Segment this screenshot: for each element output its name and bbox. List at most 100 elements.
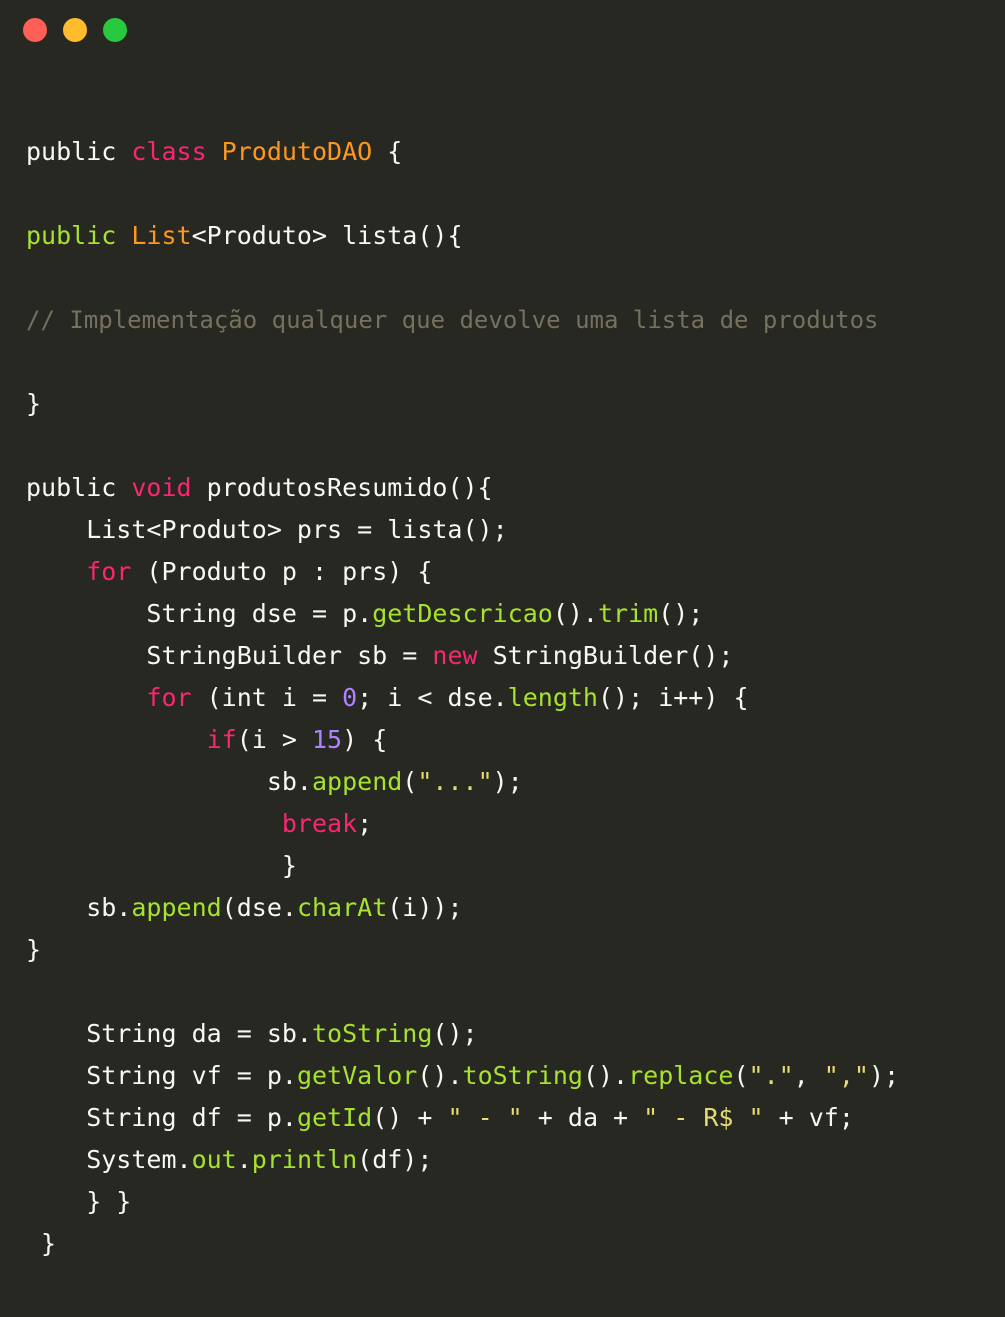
code-token: class (131, 137, 222, 166)
code-token: for (146, 683, 192, 712)
code-token: 15 (312, 725, 343, 754)
code-token: List (131, 221, 192, 250)
code-token: out (191, 1145, 237, 1174)
code-token: toString (311, 1019, 433, 1048)
code-token: (i > (236, 725, 312, 754)
code-token: (); i++) { (597, 683, 749, 712)
code-token: } (26, 389, 42, 418)
code-token: () + (372, 1103, 448, 1132)
code-token: } (26, 935, 42, 964)
code-token: " - " (447, 1103, 523, 1132)
code-line: sb.append("..."); (26, 761, 899, 803)
code-line: if(i > 15) { (26, 719, 899, 761)
code-token: (int i = (191, 683, 343, 712)
code-line: for (Produto p : prs) { (26, 551, 899, 593)
code-line: // Implementação qualquer que devolve um… (26, 299, 899, 341)
code-token: , (793, 1061, 824, 1090)
code-token: String df = p. (26, 1103, 297, 1132)
code-token: . (236, 1145, 252, 1174)
code-token: if (206, 725, 237, 754)
code-token: } (26, 1229, 57, 1258)
code-token: // Implementação qualquer que devolve um… (26, 306, 879, 334)
code-token: (df); (357, 1145, 433, 1174)
code-line: StringBuilder sb = new StringBuilder(); (26, 635, 899, 677)
code-token: + vf; (763, 1103, 854, 1132)
code-token: ); (492, 767, 523, 796)
code-token: { (372, 137, 403, 166)
code-token: String da = sb. (26, 1019, 312, 1048)
code-token: (); (432, 1019, 478, 1048)
code-window: public class ProdutoDAO { public List<Pr… (0, 0, 1005, 1317)
code-line: break; (26, 803, 899, 845)
code-token: (Produto p : prs) { (131, 557, 433, 586)
code-token: replace (628, 1061, 734, 1090)
code-line: sb.append(dse.charAt(i)); (26, 887, 899, 929)
code-token: break (281, 809, 358, 838)
close-button[interactable] (23, 18, 47, 42)
code-token: List<Produto> prs = lista(); (26, 515, 508, 544)
code-line: String dse = p.getDescricao().trim(); (26, 593, 899, 635)
code-token: trim (597, 599, 659, 628)
code-token: (). (582, 1061, 629, 1090)
code-token: public (26, 137, 132, 166)
code-line: public class ProdutoDAO { (26, 131, 899, 173)
code-block: public class ProdutoDAO { public List<Pr… (26, 131, 899, 1265)
code-token: "." (748, 1061, 794, 1090)
code-token: "," (823, 1061, 869, 1090)
code-token: (). (417, 1061, 463, 1090)
code-line: String da = sb.toString(); (26, 1013, 899, 1055)
code-token: println (251, 1145, 358, 1174)
code-token: ProdutoDAO (221, 137, 373, 166)
code-token: <Produto> lista(){ (191, 221, 463, 250)
code-token: getDescricao (372, 599, 553, 628)
code-token: ; (357, 809, 373, 838)
code-token: void (131, 473, 192, 502)
code-token: sb. (26, 767, 312, 796)
code-token: public (26, 473, 132, 502)
code-token: System. (26, 1145, 192, 1174)
code-line: } (26, 383, 899, 425)
code-line: String df = p.getId() + " - " + da + " -… (26, 1097, 899, 1139)
code-token: StringBuilder(); (477, 641, 734, 670)
code-token: produtosResumido(){ (191, 473, 493, 502)
code-token: new (432, 641, 478, 670)
code-token: length (507, 683, 598, 712)
code-token: String dse = p. (26, 599, 373, 628)
code-line: public void produtosResumido(){ (26, 467, 899, 509)
code-token: ( (402, 767, 418, 796)
code-line: } (26, 929, 899, 971)
code-token: } (26, 851, 297, 880)
code-token: append (311, 767, 403, 796)
code-line: public List<Produto> lista(){ (26, 215, 899, 257)
code-token: (i)); (387, 893, 463, 922)
code-line: } (26, 1223, 899, 1265)
code-token: StringBuilder sb = (26, 641, 433, 670)
code-token: 0 (342, 683, 358, 712)
code-token: append (131, 893, 222, 922)
code-token: "..." (417, 767, 493, 796)
code-token: sb. (26, 893, 132, 922)
code-token: (). (552, 599, 598, 628)
code-token: (); (658, 599, 704, 628)
code-token: ; i < dse. (357, 683, 508, 712)
code-token: " - R$ " (643, 1103, 764, 1132)
code-line: for (int i = 0; i < dse.length(); i++) { (26, 677, 899, 719)
code-token: getValor (296, 1061, 418, 1090)
code-token: public (26, 221, 132, 250)
code-line: String vf = p.getValor().toString().repl… (26, 1055, 899, 1097)
code-token: ( (733, 1061, 749, 1090)
maximize-button[interactable] (103, 18, 127, 42)
code-line: List<Produto> prs = lista(); (26, 509, 899, 551)
code-line: } (26, 845, 899, 887)
code-token: + da + (522, 1103, 644, 1132)
minimize-button[interactable] (63, 18, 87, 42)
code-token: charAt (296, 893, 388, 922)
